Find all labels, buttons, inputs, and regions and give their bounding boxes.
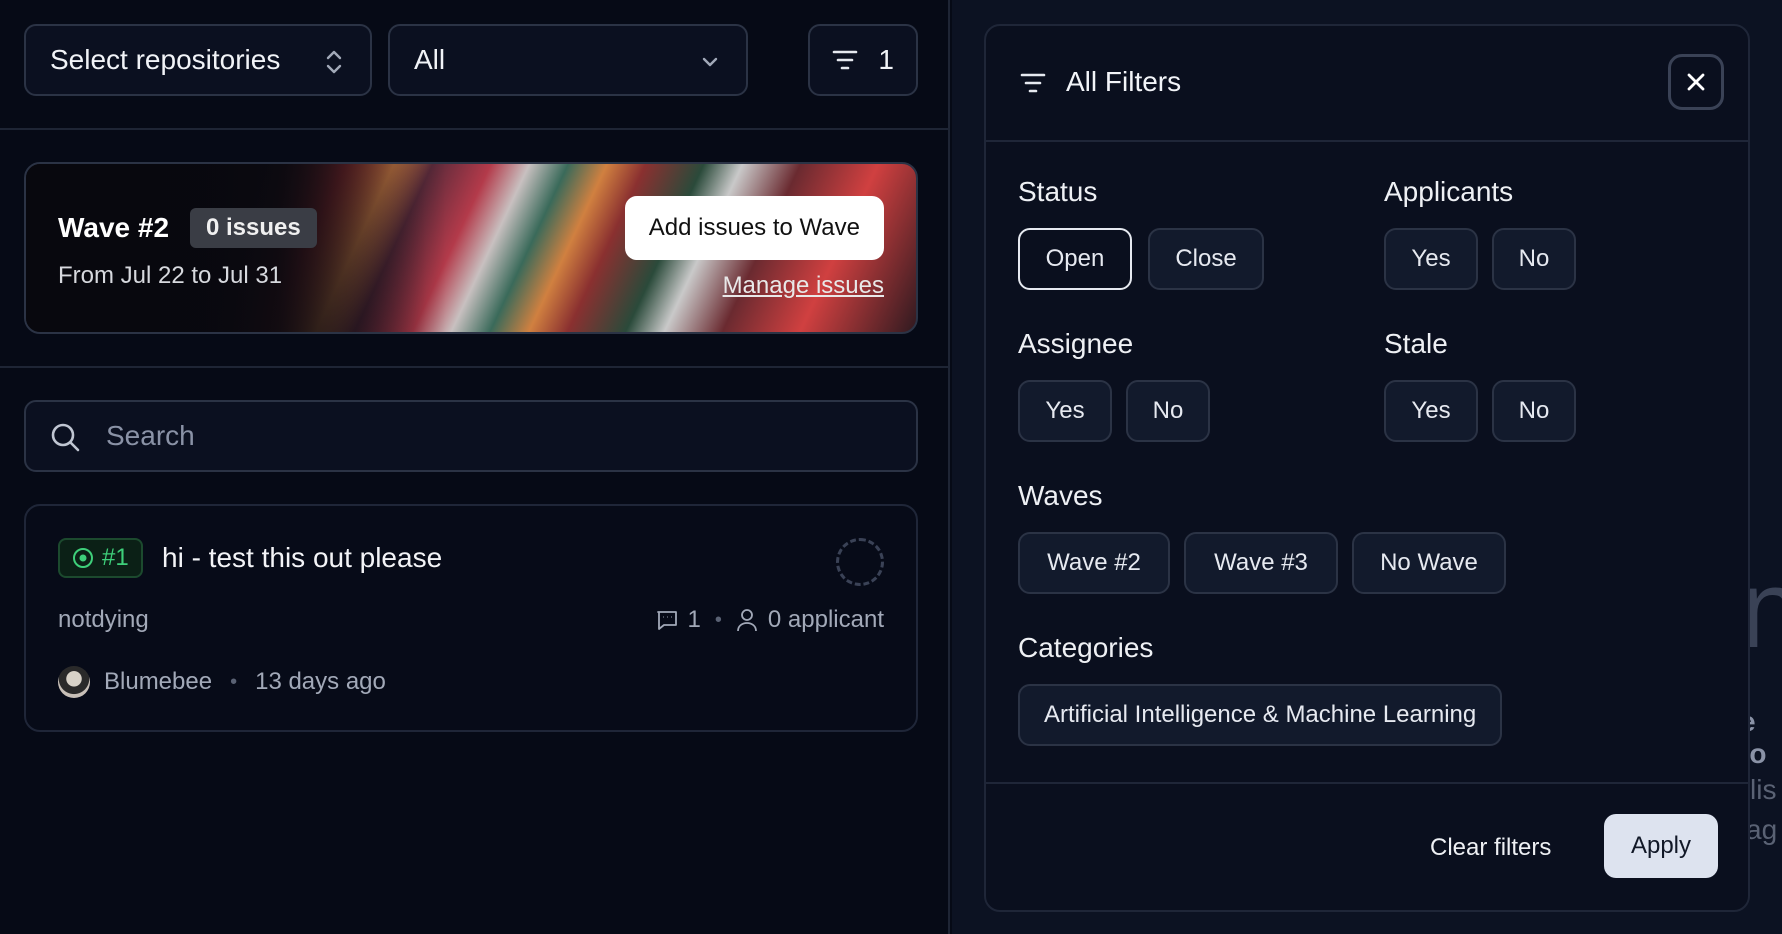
filters-button[interactable]: 1 [808, 24, 918, 96]
filter-icon [1020, 73, 1046, 93]
assignee-placeholder-icon[interactable] [836, 538, 884, 586]
wave-2-chip[interactable]: Wave #2 [1018, 532, 1170, 594]
assignee-label: Assignee [1018, 328, 1134, 359]
banner-overlay [26, 164, 446, 332]
stale-label: Stale [1384, 328, 1448, 359]
wave-3-chip[interactable]: Wave #3 [1184, 532, 1338, 594]
issue-title[interactable]: hi - test this out please [162, 542, 442, 574]
repository-select-label: Select repositories [50, 44, 281, 75]
stale-yes-chip[interactable]: Yes [1384, 380, 1478, 442]
wave-banner: Wave #2 0 issues From Jul 22 to Jul 31 A… [24, 162, 918, 334]
applicants-label: Applicants [1384, 176, 1514, 207]
separator-dot: • [714, 608, 722, 631]
status-close-chip[interactable]: Close [1148, 228, 1264, 290]
type-select[interactable]: All [388, 24, 748, 96]
waves-label: Waves [1018, 480, 1103, 511]
comment-count: 1 [687, 606, 701, 633]
user-icon [737, 609, 757, 632]
categories-label: Categories [1018, 632, 1154, 663]
divider [0, 366, 950, 368]
apply-button[interactable]: Apply [1604, 814, 1718, 878]
status-label: Status [1018, 176, 1098, 207]
applicants-no-chip[interactable]: No [1492, 228, 1576, 290]
issue-number: #1 [102, 544, 129, 571]
status-open-chip[interactable]: Open [1018, 228, 1132, 290]
assignee-no-chip[interactable]: No [1126, 380, 1210, 442]
all-filters-panel: All Filters Status Open Close Applicants… [984, 24, 1750, 912]
panel-title: All Filters [1066, 66, 1182, 97]
add-issues-button[interactable]: Add issues to Wave [624, 196, 884, 260]
category-ai-ml-chip[interactable]: Artificial Intelligence & Machine Learni… [1018, 684, 1503, 746]
assignee-yes-chip[interactable]: Yes [1018, 380, 1112, 442]
wave-dates: From Jul 22 to Jul 31 [58, 262, 283, 289]
stale-no-chip[interactable]: No [1492, 380, 1576, 442]
manage-issues-link[interactable]: Manage issues [723, 272, 884, 300]
avatar [58, 666, 90, 698]
repository-select[interactable]: Select repositories [24, 24, 372, 96]
issue-number-badge: #1 [58, 538, 143, 578]
wave-title: Wave #2 [58, 212, 170, 243]
background-text-2: lis [1750, 774, 1777, 805]
issues-column: Select repositories All 1 Wave #2 0 issu… [0, 0, 950, 934]
close-icon [1687, 73, 1705, 91]
issue-open-icon [73, 548, 93, 568]
no-wave-chip[interactable]: No Wave [1352, 532, 1506, 594]
close-button[interactable] [1668, 54, 1724, 110]
chevron-up-down-icon [326, 50, 342, 74]
issue-meta: 1 • 0 applicant [656, 606, 884, 634]
toolbar: Select repositories All 1 [0, 0, 950, 130]
issue-author-row: Blumebee • 13 days ago [58, 666, 386, 698]
comment-icon [656, 611, 677, 630]
search-input[interactable] [106, 402, 886, 470]
applicant-count: 0 applicant [767, 606, 884, 633]
filter-count: 1 [878, 44, 894, 75]
issue-time: 13 days ago [255, 668, 386, 695]
search-icon [51, 423, 80, 452]
clear-filters-button[interactable]: Clear filters [1430, 834, 1551, 862]
panel-header: All Filters [986, 26, 1748, 142]
search-box [24, 400, 918, 472]
wave-issues-badge: 0 issues [190, 208, 317, 248]
footer-divider [986, 782, 1748, 784]
issue-repository: notdying [58, 606, 149, 633]
filter-icon [832, 50, 858, 70]
issue-card[interactable]: #1 hi - test this out please notdying 1 … [24, 504, 918, 732]
type-select-label: All [414, 44, 446, 75]
chevron-down-icon [702, 57, 718, 67]
separator-dot: • [230, 670, 238, 693]
author-name: Blumebee [104, 668, 213, 695]
applicants-yes-chip[interactable]: Yes [1384, 228, 1478, 290]
background-text-3: ag [1746, 814, 1778, 845]
